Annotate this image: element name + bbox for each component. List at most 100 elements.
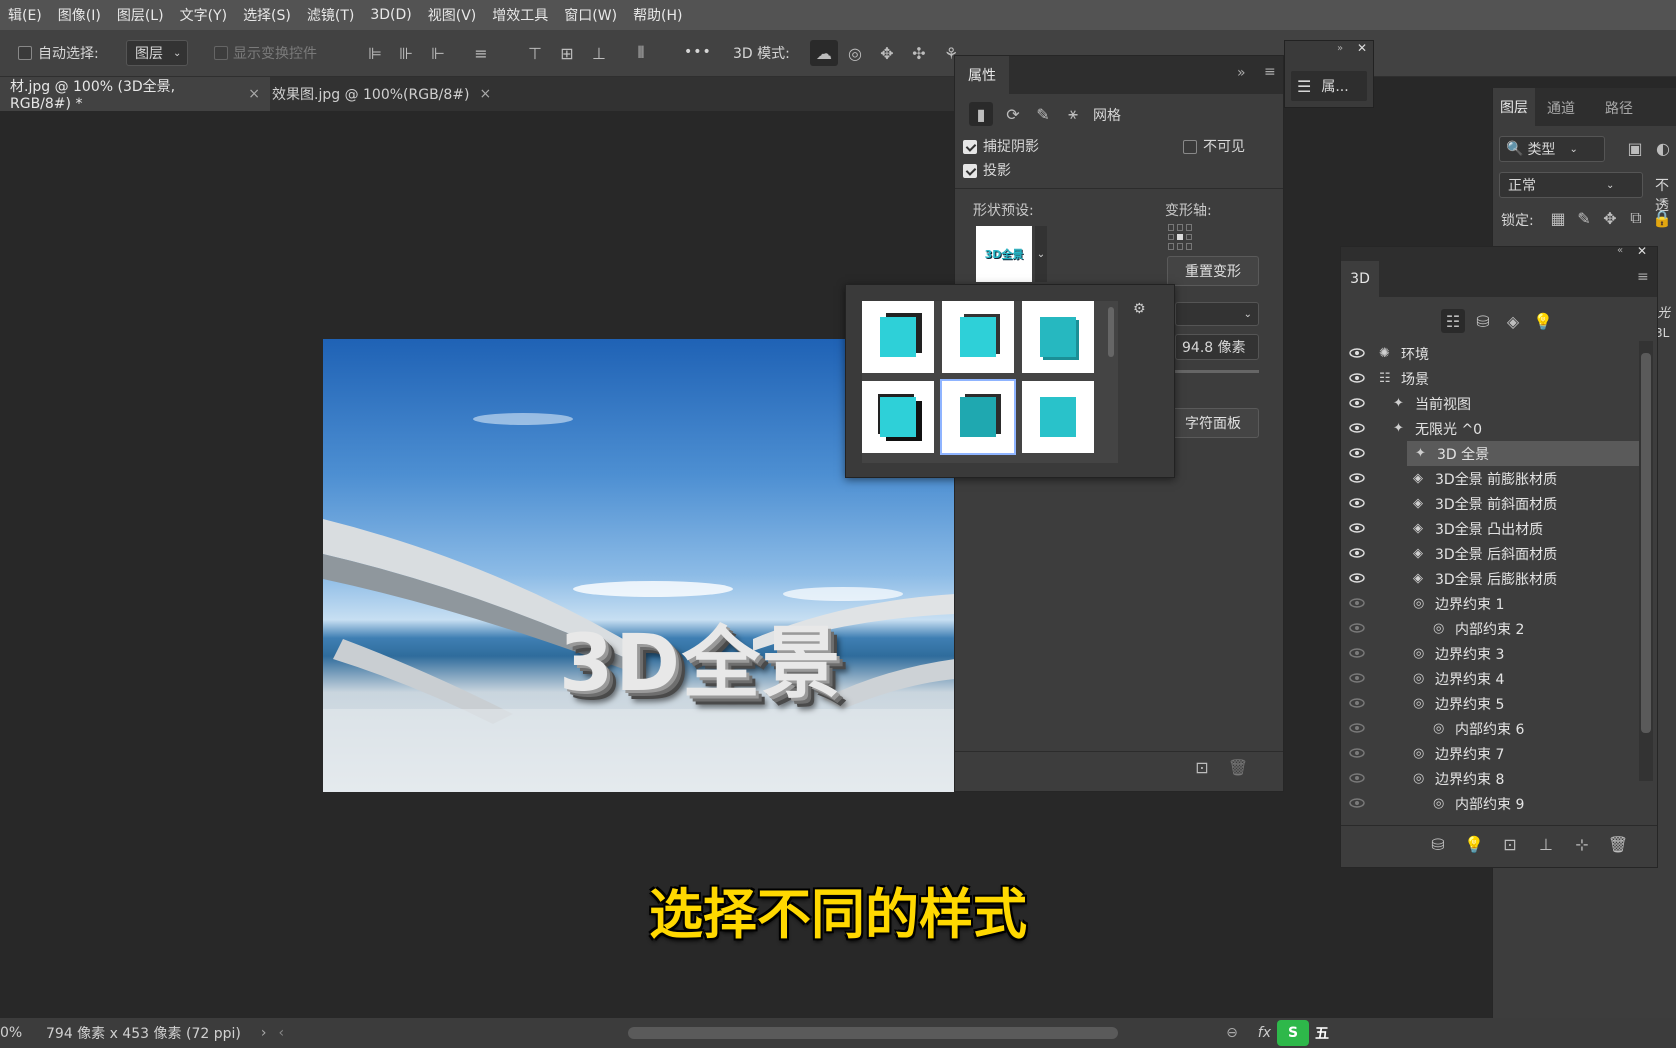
scene-item[interactable]: ◎ 边界约束 4 [1341,666,1641,691]
lock-pixels-icon[interactable]: ▦ [1549,209,1567,228]
close-icon[interactable]: × [480,86,492,102]
light-filter-icon[interactable]: 💡 [1531,309,1555,333]
menu-type[interactable]: 文字(Y) [172,5,235,25]
preset-swatch[interactable] [1022,381,1094,453]
depth-slider[interactable] [1175,370,1259,373]
3d-slide-icon[interactable]: ✣ [908,42,930,64]
deform-axis-grid[interactable] [1168,224,1194,250]
visibility-eye-icon[interactable] [1349,573,1365,583]
scene-item[interactable]: ◎ 内部约束 2 [1341,616,1641,641]
align-middle-icon[interactable]: ⊞ [556,42,578,64]
trash-icon[interactable]: 🗑 [1607,833,1629,855]
preset-scrollbar[interactable] [1108,307,1114,357]
collapse-icon[interactable]: « [1617,245,1623,256]
menu-image[interactable]: 图像(I) [50,5,109,25]
scene-item[interactable]: ◈ 3D全景 前斜面材质 [1341,491,1641,516]
scene-item[interactable]: ◎ 内部约束 6 [1341,716,1641,741]
scene-item[interactable]: ✦ 无限光 ^0 [1341,416,1641,441]
visibility-eye-icon[interactable] [1349,348,1365,358]
horizontal-scrollbar[interactable] [628,1027,1119,1039]
preset-swatch[interactable] [942,301,1014,373]
scene-tree-scrollbar[interactable] [1639,341,1653,781]
align-bottom-icon[interactable]: ⊥ [588,42,610,64]
constraint-icon[interactable]: ⊹ [1571,833,1593,855]
scene-item[interactable]: ◈ 3D全景 后膨胀材质 [1341,566,1641,591]
image-filter-icon[interactable]: ▣ [1625,138,1645,158]
render-icon[interactable]: ⊡ [1191,756,1213,778]
chevron-left-icon[interactable]: ‹ [278,1025,284,1041]
preset-swatch-hovered[interactable] [940,379,1016,455]
preset-swatch[interactable] [862,301,934,373]
ground-icon[interactable]: ⊥ [1535,833,1557,855]
menu-edit[interactable]: 辑(E) [0,5,50,25]
catch-shadow-checkbox[interactable] [963,140,977,154]
deform-source-dropdown[interactable]: ⌄ [1175,302,1259,326]
auto-select-checkbox[interactable] [18,46,32,60]
lock-position-icon[interactable]: ✥ [1601,209,1619,228]
blend-mode-dropdown[interactable]: 正常 ⌄ [1499,172,1643,198]
preset-swatch[interactable] [862,381,934,453]
add-light-icon[interactable]: 💡 [1463,833,1485,855]
menu-plugins[interactable]: 增效工具 [484,5,556,25]
shape-preset-thumbnail[interactable]: 3D全景 [976,226,1032,282]
menu-help[interactable]: 帮助(H) [625,5,690,25]
collapse-icon[interactable]: » [1237,65,1246,81]
distribute-vertical-icon[interactable]: ⫴ [630,42,652,64]
deform-icon[interactable]: ⟳ [1001,102,1025,126]
scene-item[interactable]: ☷ 场景 [1341,366,1641,391]
scene-item[interactable]: ◈ 3D全景 前膨胀材质 [1341,466,1641,491]
mesh-icon[interactable]: ▮ [969,102,993,126]
scene-filter-icon[interactable]: ☷ [1441,309,1465,333]
close-icon[interactable]: ✕ [1357,41,1367,55]
trash-icon[interactable]: 🗑 [1227,756,1249,778]
properties-dock-button[interactable]: ☰ 属... [1291,71,1367,101]
scene-item[interactable]: ◎ 边界约束 3 [1341,641,1641,666]
scene-item[interactable]: ◎ 内部约束 9 [1341,791,1641,816]
visibility-eye-icon[interactable] [1349,623,1365,633]
scene-item[interactable]: ✦ 3D 全景 [1349,441,1643,466]
visibility-eye-icon[interactable] [1349,723,1365,733]
menu-3d[interactable]: 3D(D) [362,7,419,23]
visibility-eye-icon[interactable] [1349,748,1365,758]
visibility-eye-icon[interactable] [1349,423,1365,433]
menu-window[interactable]: 窗口(W) [556,5,625,25]
more-options-button[interactable]: ••• [684,44,712,60]
reset-deform-button[interactable]: 重置变形 [1167,256,1259,286]
preset-swatch[interactable] [1022,301,1094,373]
align-left-icon[interactable]: ⊫ [364,42,386,64]
coordinates-icon[interactable]: ⚹ [1061,102,1085,126]
visibility-eye-icon[interactable] [1349,648,1365,658]
visibility-eye-icon[interactable] [1349,373,1365,383]
auto-select-dropdown[interactable]: 图层 ⌄ [126,40,188,66]
visibility-eye-icon[interactable] [1349,448,1365,458]
tab-properties[interactable]: 属性 [955,56,1009,94]
align-right-icon[interactable]: ⊩ [427,42,449,64]
add-mesh-icon[interactable]: ⛁ [1427,833,1449,855]
collapse-icon[interactable]: » [1337,43,1343,54]
visibility-eye-icon[interactable] [1349,598,1365,608]
menu-select[interactable]: 选择(S) [235,5,299,25]
menu-filter[interactable]: 滤镜(T) [299,5,362,25]
3d-orbit-icon[interactable]: ☁ [810,40,838,66]
invisible-checkbox[interactable] [1183,140,1197,154]
panel-menu-icon[interactable]: ≡ [1264,64,1276,80]
tab-document-2[interactable]: 效果图.jpg @ 100%(RGB/8#) × [262,77,512,111]
cap-icon[interactable]: ✎ [1031,102,1055,126]
scene-item[interactable]: ✦ 当前视图 [1341,391,1641,416]
close-icon[interactable]: × [248,86,260,102]
character-panel-button[interactable]: 字符面板 [1167,408,1259,438]
3d-roll-icon[interactable]: ◎ [844,42,866,64]
visibility-eye-icon[interactable] [1349,698,1365,708]
visibility-eye-icon[interactable] [1349,523,1365,533]
scene-item[interactable]: ◎ 边界约束 5 [1341,691,1641,716]
show-transform-checkbox[interactable] [214,46,228,60]
adjustment-filter-icon[interactable]: ◐ [1653,138,1673,158]
panel-menu-icon[interactable]: ≡ [1637,269,1649,285]
preset-dropdown-arrow[interactable]: ⌄ [1035,226,1047,282]
chevron-right-icon[interactable]: › [261,1025,267,1041]
scene-item[interactable]: ◎ 边界约束 1 [1341,591,1641,616]
scene-item[interactable]: ◎ 边界约束 8 [1341,766,1641,791]
material-filter-icon[interactable]: ◈ [1501,309,1525,333]
scene-item[interactable]: ◈ 3D全景 后斜面材质 [1341,541,1641,566]
tab-paths[interactable]: 路径 [1605,98,1633,118]
